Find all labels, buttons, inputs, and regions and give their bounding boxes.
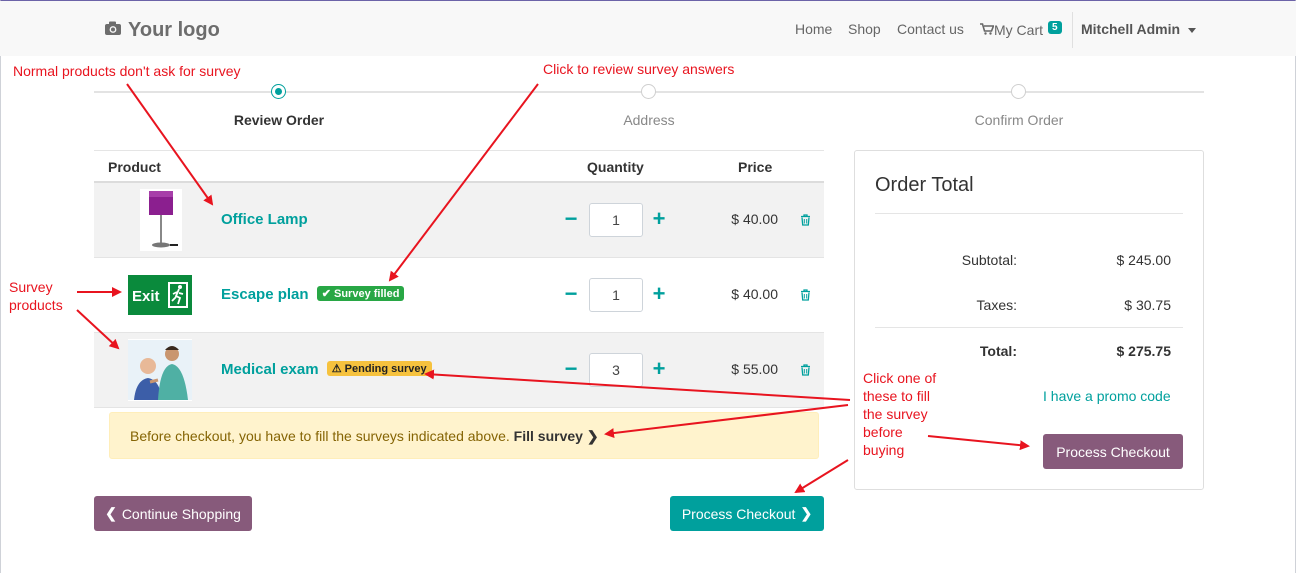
wizard-step-dot-confirm[interactable] (1011, 84, 1026, 99)
header-product: Product (108, 159, 161, 175)
annotation-click-one: Click one of these to fill the survey be… (863, 370, 937, 458)
survey-alert: Before checkout, you have to fill the su… (109, 412, 819, 459)
continue-shopping-button[interactable]: ❮ Continue Shopping (94, 496, 252, 531)
cart-label: My Cart (994, 22, 1043, 38)
process-checkout-side-button[interactable]: Process Checkout (1043, 434, 1183, 469)
nav-shop[interactable]: Shop (848, 21, 881, 37)
total-value: $ 275.75 (1116, 343, 1172, 359)
wizard-step-address[interactable]: Address (549, 112, 749, 128)
cart-icon (980, 23, 995, 35)
product-image-lamp[interactable] (140, 189, 182, 251)
product-image-exit[interactable]: Exit (128, 264, 192, 326)
chevron-right-icon: ❯ (586, 428, 599, 444)
trash-icon[interactable] (800, 214, 811, 226)
annotation-normal-products: Normal products don't ask for survey (13, 63, 241, 79)
quantity-input[interactable]: 1 (589, 278, 643, 312)
taxes-label: Taxes: (976, 297, 1017, 313)
divider (875, 213, 1183, 214)
divider (875, 327, 1183, 328)
wizard-step-dot-review[interactable] (271, 84, 286, 99)
wizard-step-confirm[interactable]: Confirm Order (919, 112, 1119, 128)
decrease-quantity-button[interactable]: − (564, 358, 578, 380)
product-name-link[interactable]: Office Lamp (221, 211, 308, 228)
table-row: Exit Escape plan ✔ Survey filled − 1 + $… (94, 258, 824, 333)
quantity-input[interactable]: 1 (589, 203, 643, 237)
wizard-step-review[interactable]: Review Order (179, 112, 379, 128)
chevron-right-icon: ❯ (800, 505, 813, 521)
trash-icon[interactable] (800, 364, 811, 376)
taxes-value: $ 30.75 (1124, 297, 1171, 313)
total-label: Total: (979, 343, 1017, 359)
table-header: Product Quantity Price (94, 150, 824, 183)
trash-icon[interactable] (800, 289, 811, 301)
subtotal-label: Subtotal: (961, 252, 1017, 268)
increase-quantity-button[interactable]: + (652, 358, 666, 380)
check-icon: ✔ (321, 288, 331, 300)
svg-text:Exit: Exit (132, 288, 160, 305)
quantity-input[interactable]: 3 (589, 353, 643, 387)
line-price: $ 55.00 (731, 361, 778, 377)
decrease-quantity-button[interactable]: − (564, 208, 578, 230)
decrease-quantity-button[interactable]: − (564, 283, 578, 305)
order-total-title: Order Total (875, 174, 974, 196)
annotation-review-answers: Click to review survey answers (543, 61, 735, 77)
warning-icon: ⚠ (331, 363, 342, 375)
nav-home[interactable]: Home (795, 21, 832, 37)
nav-divider (1072, 12, 1073, 48)
process-checkout-button[interactable]: Process Checkout ❯ (670, 496, 824, 531)
table-row: Office Lamp − 1 + $ 40.00 (94, 183, 824, 258)
cart-table: Product Quantity Price Office Lamp − 1 +… (94, 150, 824, 408)
promo-code-link[interactable]: I have a promo code (1043, 388, 1171, 404)
increase-quantity-button[interactable]: + (652, 208, 666, 230)
increase-quantity-button[interactable]: + (652, 283, 666, 305)
cart-count-badge: 5 (1048, 21, 1062, 34)
wizard-step-dot-address[interactable] (641, 84, 656, 99)
survey-filled-badge[interactable]: ✔ Survey filled (316, 286, 405, 301)
pending-survey-badge[interactable]: ⚠ Pending survey (326, 361, 432, 376)
product-name-link[interactable]: Escape plan ✔ Survey filled (221, 286, 405, 303)
chevron-left-icon: ❮ (105, 505, 117, 521)
navbar: Your logo Home Shop Contact us My Cart 5… (0, 1, 1296, 56)
user-name: Mitchell Admin (1081, 21, 1181, 37)
subtotal-value: $ 245.00 (1116, 252, 1172, 268)
nav-cart[interactable]: My Cart (980, 21, 1043, 38)
header-quantity: Quantity (587, 159, 644, 175)
process-checkout-label: Process Checkout (681, 505, 796, 522)
annotation-survey-products: Survey products (9, 279, 63, 313)
line-price: $ 40.00 (731, 286, 778, 302)
user-menu[interactable]: Mitchell Admin (1081, 21, 1197, 37)
product-image-medical[interactable] (128, 339, 192, 401)
table-row: Medical exam ⚠ Pending survey − 3 + $ 55… (94, 333, 824, 408)
chevron-down-icon (1188, 27, 1197, 33)
header-price: Price (738, 159, 773, 175)
fill-survey-link[interactable]: Fill survey ❯ (514, 428, 599, 444)
product-name-link[interactable]: Medical exam ⚠ Pending survey (221, 361, 432, 378)
continue-shopping-label: Continue Shopping (121, 505, 241, 522)
process-checkout-side-label: Process Checkout (1056, 443, 1170, 460)
line-price: $ 40.00 (731, 211, 778, 227)
nav-contact[interactable]: Contact us (897, 21, 964, 37)
alert-text: Before checkout, you have to fill the su… (130, 428, 510, 444)
